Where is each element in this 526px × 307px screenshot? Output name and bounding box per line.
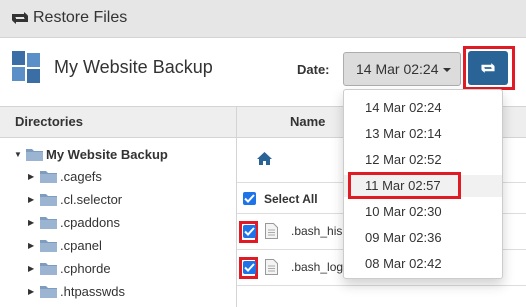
restore-icon	[12, 12, 28, 24]
date-label: Date:	[297, 62, 330, 77]
select-all-label: Select All	[264, 192, 318, 206]
restore-icon	[481, 63, 495, 73]
file-icon	[265, 223, 278, 239]
date-option[interactable]: 13 Mar 02:14	[344, 123, 502, 145]
date-option[interactable]: 10 Mar 02:30	[344, 201, 502, 223]
expanded-arrow-icon[interactable]: ▼	[14, 144, 26, 166]
caret-down-icon	[443, 68, 451, 72]
site-title: My Website Backup	[54, 57, 213, 77]
file-name[interactable]: .bash_his	[291, 224, 342, 238]
tree-item[interactable]: ▶ .cphorde	[28, 258, 111, 280]
directories-panel: Directories ▼ My Website Backup ▶ .cagefs …	[0, 106, 237, 307]
tree-root[interactable]: ▼ My Website Backup	[14, 144, 168, 166]
directories-header: Directories	[0, 106, 236, 138]
collapsed-arrow-icon[interactable]: ▶	[28, 212, 40, 234]
tree-item[interactable]: ▶ .cl.selector	[28, 189, 122, 211]
titlebar-title: Restore Files	[33, 9, 128, 26]
file-checkbox[interactable]	[243, 225, 256, 238]
restore-button-inner[interactable]	[468, 51, 508, 85]
folder-icon	[40, 194, 57, 207]
collapsed-arrow-icon[interactable]: ▶	[28, 281, 40, 303]
date-option[interactable]: 12 Mar 02:52	[344, 149, 502, 171]
tree-item-label: .cphorde	[60, 261, 111, 276]
tree-root-label: My Website Backup	[46, 147, 168, 162]
folder-icon	[40, 217, 57, 230]
date-option[interactable]: 09 Mar 02:36	[344, 227, 502, 249]
date-option[interactable]: 14 Mar 02:24	[344, 97, 502, 119]
home-icon[interactable]	[257, 152, 272, 165]
tree-item[interactable]: ▶ .cpaddons	[28, 212, 120, 234]
date-option[interactable]: 08 Mar 02:42	[344, 253, 502, 275]
tree-item-label: .cagefs	[60, 169, 102, 184]
highlight-box	[348, 172, 461, 199]
tree-item[interactable]: ▶ .cagefs	[28, 166, 102, 188]
collapsed-arrow-icon[interactable]: ▶	[28, 166, 40, 188]
select-all-checkbox[interactable]	[243, 192, 256, 205]
collapsed-arrow-icon[interactable]: ▶	[28, 189, 40, 211]
titlebar: Restore Files	[0, 0, 526, 38]
tree-item-label: .htpasswds	[60, 284, 126, 299]
folder-icon	[40, 263, 57, 276]
file-icon	[265, 259, 278, 275]
date-dropdown-menu: 14 Mar 02:24 13 Mar 02:14 12 Mar 02:52 1…	[343, 89, 503, 279]
tree-item-label: .cpanel	[60, 238, 102, 253]
collapsed-arrow-icon[interactable]: ▶	[28, 235, 40, 257]
date-select-button[interactable]: 14 Mar 02:24	[343, 52, 461, 86]
folder-icon	[40, 286, 57, 299]
backup-logo-icon	[12, 51, 40, 83]
restore-button[interactable]	[463, 46, 515, 90]
file-checkbox[interactable]	[243, 261, 256, 274]
tree-item[interactable]: ▶ .htpasswds	[28, 281, 125, 303]
date-select-value: 14 Mar 02:24	[356, 61, 439, 77]
folder-icon	[40, 171, 57, 184]
tree-item-label: .cpaddons	[60, 215, 120, 230]
collapsed-arrow-icon[interactable]: ▶	[28, 258, 40, 280]
tree-item-label: .cl.selector	[60, 192, 123, 207]
tree-item[interactable]: ▶ .cpanel	[28, 235, 102, 257]
file-name[interactable]: .bash_log	[291, 260, 343, 274]
folder-icon	[26, 149, 43, 162]
folder-icon	[40, 240, 57, 253]
